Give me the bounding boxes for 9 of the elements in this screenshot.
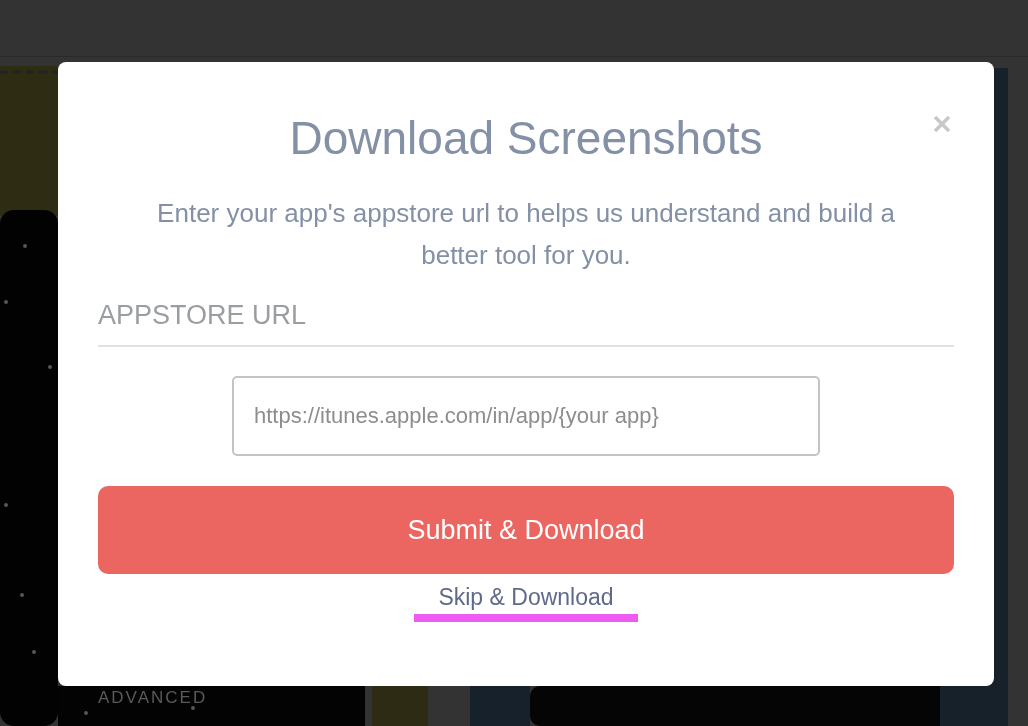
field-label: APPSTORE URL [98,300,954,347]
close-icon[interactable] [932,114,952,134]
dialog-title: Download Screenshots [289,111,763,166]
dialog-description: Enter your app's appstore url to helps us understand and build a better tool for you. [156,197,896,272]
background-label: ADVANCED [98,688,208,708]
submit-button[interactable]: Submit & Download [98,486,954,574]
template-card-drawing [372,686,428,726]
skip-link[interactable]: Skip & Download [414,582,638,622]
url-input-field[interactable]: https://itunes.apple.com/in/app/{your app} [232,376,820,456]
